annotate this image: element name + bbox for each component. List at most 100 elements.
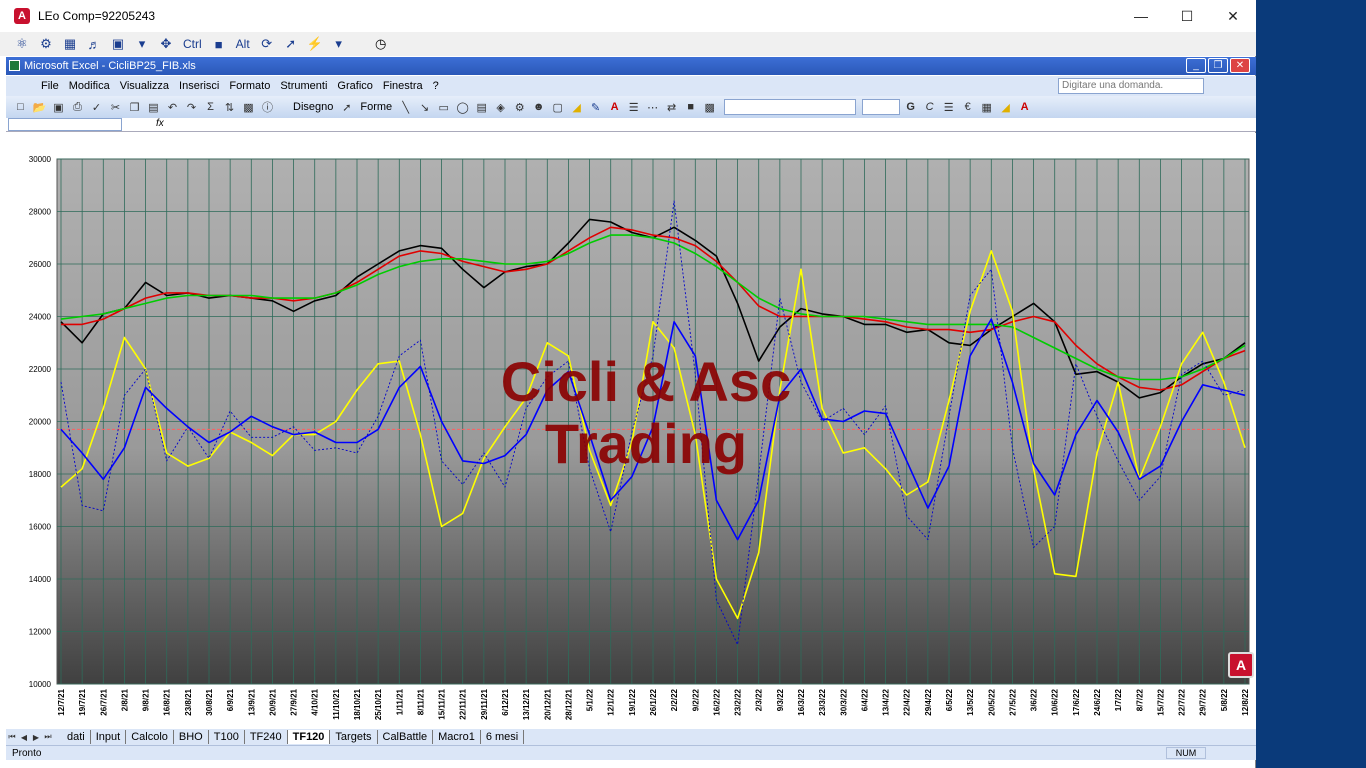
select-pointer-icon[interactable]: ➚	[338, 99, 355, 115]
textbox-icon[interactable]: ▤	[473, 99, 490, 115]
help-icon[interactable]: ⓘ	[259, 99, 276, 115]
menu-finestra[interactable]: Finestra	[378, 80, 428, 92]
line-icon[interactable]: ╲	[397, 99, 414, 115]
font-color-icon[interactable]: A	[1016, 99, 1033, 115]
line-style-icon[interactable]: ☰	[625, 99, 642, 115]
plug-icon[interactable]: ⚛	[12, 35, 32, 53]
shapes-menu[interactable]: Forme	[357, 101, 395, 113]
ctrl-alt-del-icon[interactable]: ■	[209, 35, 229, 53]
arrow-icon[interactable]: ↘	[416, 99, 433, 115]
print-icon[interactable]: ⎙	[69, 99, 86, 115]
name-box[interactable]	[8, 118, 122, 131]
menu-visualizza[interactable]: Visualizza	[115, 80, 174, 92]
excel-title: Microsoft Excel - CicliBP25_FIB.xls	[24, 60, 196, 72]
app-logo-icon[interactable]: A	[1228, 652, 1254, 678]
refresh-icon[interactable]: ⟳	[257, 35, 277, 53]
sheet-tab-input[interactable]: Input	[91, 730, 127, 744]
line-color-icon[interactable]: ✎	[587, 99, 604, 115]
clipart-icon[interactable]: ☻	[530, 99, 547, 115]
lightning-icon[interactable]: ⚡	[305, 35, 325, 53]
euro-icon[interactable]: €	[959, 99, 976, 115]
sheet-tab-targets[interactable]: Targets	[330, 730, 378, 744]
undo-icon[interactable]: ↶	[164, 99, 181, 115]
redo-icon[interactable]: ↷	[183, 99, 200, 115]
fullscreen-icon[interactable]: ✥	[156, 35, 176, 53]
shadow-icon[interactable]: ■	[682, 99, 699, 115]
ctrl-key-button[interactable]: Ctrl	[180, 37, 205, 51]
plug-settings-icon[interactable]: ⚙	[36, 35, 56, 53]
excel-restore-button[interactable]: ❐	[1208, 58, 1228, 73]
menu-formato[interactable]: Formato	[224, 80, 275, 92]
open-folder-icon[interactable]: 📂	[31, 99, 48, 115]
sheet-tab-bho[interactable]: BHO	[174, 730, 209, 744]
sheet-tab-calcolo[interactable]: Calcolo	[126, 730, 174, 744]
copy-icon[interactable]: ❐	[126, 99, 143, 115]
chart-sheet: 30000 28000 26000 24000 22000 20000 18000 16000…	[6, 133, 1256, 729]
speaker-icon[interactable]: ♬	[84, 35, 104, 53]
new-file-icon[interactable]: □	[12, 99, 29, 115]
x-tick-label: 10/6/22	[1051, 688, 1060, 715]
menu-inserisci[interactable]: Inserisci	[174, 80, 224, 92]
sheet-tab-dati[interactable]: dati	[62, 730, 91, 744]
ask-question-input[interactable]: Digitare una domanda.	[1058, 78, 1204, 94]
sort-icon[interactable]: ⇅	[221, 99, 238, 115]
spellcheck-icon[interactable]: ✓	[88, 99, 105, 115]
sum-icon[interactable]: Σ	[202, 99, 219, 115]
monitor-icon[interactable]: ▣	[108, 35, 128, 53]
wordart-icon[interactable]: ◈	[492, 99, 509, 115]
next-sheet-icon[interactable]: ▶	[30, 733, 42, 742]
sheet-tab-6-mesi[interactable]: 6 mesi	[481, 730, 525, 744]
cut-icon[interactable]: ✂	[107, 99, 124, 115]
save-icon[interactable]: ▣	[50, 99, 67, 115]
fx-icon[interactable]: fx	[156, 118, 164, 129]
oval-icon[interactable]: ◯	[454, 99, 471, 115]
menu-file[interactable]: File	[36, 80, 64, 92]
clock-icon[interactable]: ◷	[371, 35, 391, 53]
image-icon[interactable]: ▢	[549, 99, 566, 115]
chart-wizard-icon[interactable]: ▩	[240, 99, 257, 115]
formula-bar: fx	[6, 118, 1256, 132]
prev-sheet-icon[interactable]: ◀	[18, 733, 30, 742]
draw-menu[interactable]: Disegno	[290, 101, 336, 113]
italic-icon[interactable]: C	[921, 99, 938, 115]
align-icon[interactable]: ☰	[940, 99, 957, 115]
sheet-tab-macro1[interactable]: Macro1	[433, 730, 481, 744]
chevron-down-icon[interactable]: ▾	[329, 35, 349, 53]
font-name-select[interactable]	[724, 99, 857, 115]
excel-minimize-button[interactable]: _	[1186, 58, 1206, 73]
menu-strumenti[interactable]: Strumenti	[275, 80, 332, 92]
font-color-icon[interactable]: A	[606, 99, 623, 115]
x-tick-label: 23/2/22	[734, 688, 743, 715]
fill-color-icon[interactable]: ◢	[568, 99, 585, 115]
minimize-button[interactable]: —	[1118, 0, 1164, 32]
last-sheet-icon[interactable]: ⏭	[42, 732, 54, 742]
menu-grafico[interactable]: Grafico	[332, 80, 377, 92]
highlight-icon[interactable]: ◢	[997, 99, 1014, 115]
paste-icon[interactable]: ▤	[145, 99, 162, 115]
arrow-style-icon[interactable]: ⇄	[663, 99, 680, 115]
sheet-tab-tf120[interactable]: TF120	[287, 730, 331, 744]
font-size-select[interactable]	[862, 99, 901, 115]
pointer-icon[interactable]: ➚	[281, 35, 301, 53]
diagram-icon[interactable]: ⚙	[511, 99, 528, 115]
x-tick-label: 8/7/22	[1135, 688, 1144, 711]
maximize-button[interactable]: ☐	[1164, 0, 1210, 32]
sheet-tab-t100[interactable]: T100	[209, 730, 245, 744]
sheet-tab-calbattle[interactable]: CalBattle	[378, 730, 434, 744]
chevron-down-icon[interactable]: ▾	[132, 35, 152, 53]
menu-modifica[interactable]: Modifica	[64, 80, 115, 92]
excel-close-button[interactable]: ✕	[1230, 58, 1250, 73]
alt-key-button[interactable]: Alt	[233, 37, 253, 51]
rectangle-icon[interactable]: ▭	[435, 99, 452, 115]
bold-icon[interactable]: G	[902, 99, 919, 115]
3d-icon[interactable]: ▩	[701, 99, 718, 115]
x-tick-label: 19/1/22	[628, 688, 637, 715]
x-tick-label: 5/1/22	[586, 688, 595, 711]
close-button[interactable]: ✕	[1210, 0, 1256, 32]
sheet-tab-tf240[interactable]: TF240	[245, 730, 288, 744]
menu-help[interactable]: ?	[428, 80, 444, 92]
file-transfer-icon[interactable]: ▦	[60, 35, 80, 53]
borders-icon[interactable]: ▦	[978, 99, 995, 115]
first-sheet-icon[interactable]: ⏮	[6, 732, 18, 742]
dash-style-icon[interactable]: ⋯	[644, 99, 661, 115]
